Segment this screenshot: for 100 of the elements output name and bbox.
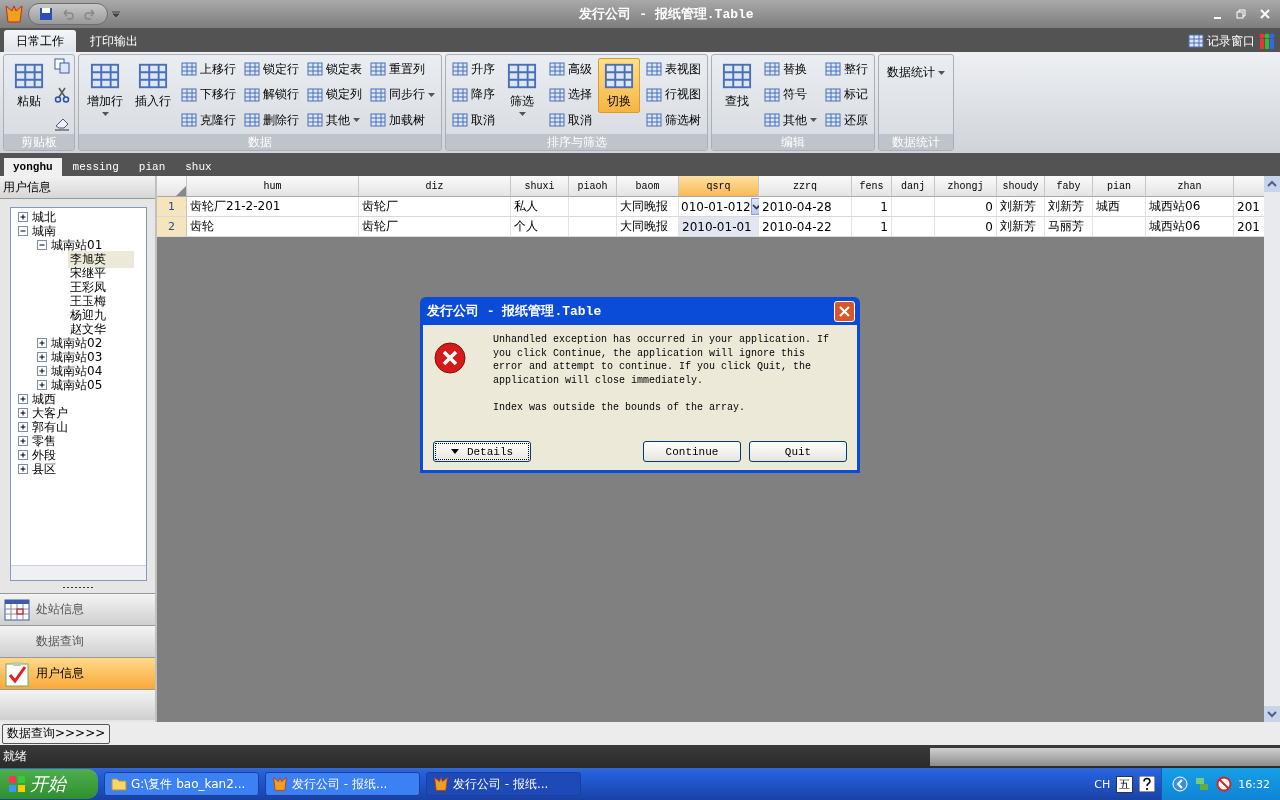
ribbon-button[interactable]: 解锁行 [242, 83, 301, 106]
expand-icon[interactable] [18, 464, 28, 474]
document-tab[interactable]: messing [63, 158, 128, 176]
record-window-link[interactable]: 记录窗口 [1207, 32, 1255, 50]
language-indicator[interactable]: CH [1094, 777, 1111, 791]
column-header[interactable]: faby [1045, 176, 1093, 197]
ribbon-button[interactable]: 表视图 [644, 58, 703, 80]
column-header[interactable]: baom [617, 176, 679, 197]
dialog-button[interactable]: Continue [643, 441, 741, 462]
collapse-icon[interactable] [37, 240, 47, 250]
ribbon-button[interactable]: 删除行 [242, 109, 301, 131]
nav-button[interactable]: 用户信息 [0, 657, 155, 689]
expand-icon[interactable] [18, 212, 28, 222]
column-header[interactable]: shuxi [511, 176, 569, 197]
column-header[interactable]: piaoh [569, 176, 617, 197]
ribbon-button[interactable]: 其他 [762, 109, 819, 131]
ribbon-button[interactable]: 查找 [716, 58, 758, 113]
date-dropdown-field[interactable]: 010-01-012 [679, 197, 759, 217]
column-header[interactable]: pian [1093, 176, 1146, 197]
ribbon-button[interactable]: 其他 [305, 109, 364, 131]
ribbon-button[interactable]: 同步行 [368, 83, 437, 106]
ribbon-button[interactable]: 下移行 [179, 83, 238, 106]
column-header[interactable]: diz [359, 176, 511, 197]
expand-icon[interactable] [37, 338, 47, 348]
ribbon-button[interactable]: 还原 [823, 109, 870, 131]
expand-icon[interactable] [37, 352, 47, 362]
taskbar-button[interactable]: G:\复件 bao_kan2... [104, 772, 259, 796]
ribbon-button[interactable]: 锁定列 [305, 83, 364, 106]
ribbon-button[interactable]: 克隆行 [179, 109, 238, 131]
close-button[interactable] [834, 300, 855, 322]
column-header[interactable]: qsrq [679, 176, 759, 197]
taskbar-button[interactable]: 发行公司 - 报纸... [426, 772, 581, 796]
expand-icon[interactable] [18, 450, 28, 460]
column-header[interactable]: zhongj [935, 176, 997, 197]
ribbon-button[interactable]: 筛选 [501, 58, 543, 119]
expand-icon[interactable] [18, 422, 28, 432]
vertical-scrollbar[interactable] [1264, 176, 1280, 722]
people-icon[interactable] [1258, 32, 1276, 50]
column-header[interactable]: hum [187, 176, 359, 197]
column-header[interactable] [1234, 176, 1264, 197]
ribbon-tab[interactable]: 打印输出 [78, 30, 150, 52]
column-header[interactable]: zhan [1146, 176, 1234, 197]
collapse-icon[interactable] [18, 226, 28, 236]
ribbon-button[interactable]: 整行 [823, 58, 870, 80]
scissors-icon[interactable] [54, 86, 70, 103]
ribbon-button[interactable]: 锁定表 [305, 58, 364, 80]
ribbon-tab[interactable]: 日常工作 [4, 30, 76, 52]
nav-button[interactable] [0, 689, 155, 720]
column-header[interactable]: danj [892, 176, 935, 197]
splitter-grip-icon[interactable] [62, 585, 93, 589]
nav-button[interactable]: 处站信息 [0, 593, 155, 625]
taskbar-button[interactable]: 发行公司 - 报纸... [265, 772, 420, 796]
ribbon-button[interactable]: 筛选树 [644, 109, 703, 131]
ribbon-button[interactable]: 升序 [450, 58, 497, 80]
ribbon-button[interactable]: 标记 [823, 83, 870, 106]
nav-button[interactable]: 数据查询 [0, 625, 155, 657]
copy-icon[interactable] [54, 58, 70, 74]
save-icon[interactable] [39, 7, 53, 21]
expand-icon[interactable] [37, 366, 47, 376]
column-header[interactable]: fens [852, 176, 892, 197]
horizontal-scrollbar[interactable] [11, 565, 146, 580]
grid-corner[interactable] [157, 176, 187, 197]
ribbon-menu-button[interactable]: 数据统计 [883, 58, 949, 87]
ribbon-button[interactable]: 选择 [547, 83, 594, 106]
expand-icon[interactable] [18, 436, 28, 446]
close-icon[interactable] [1260, 9, 1270, 19]
ribbon-button[interactable]: 切换 [598, 58, 640, 113]
ribbon-button[interactable]: 取消 [547, 109, 594, 131]
ribbon-button[interactable]: 行视图 [644, 83, 703, 106]
ribbon-button[interactable]: 锁定行 [242, 58, 301, 80]
ribbon-button[interactable]: 加载树 [368, 109, 437, 131]
dropdown-icon[interactable] [112, 10, 120, 18]
document-tab[interactable]: pian [129, 158, 175, 176]
query-button[interactable]: 数据查询>>>>> [2, 723, 111, 744]
ribbon-button[interactable]: 插入行 [131, 58, 175, 113]
ribbon-button[interactable]: 增加行 [83, 58, 127, 119]
ribbon-button[interactable]: 取消 [450, 109, 497, 131]
tree-item[interactable]: 李旭英 [68, 250, 134, 268]
scroll-down-icon[interactable] [1264, 706, 1280, 722]
ribbon-button[interactable]: 上移行 [179, 58, 238, 80]
expand-icon[interactable] [18, 408, 28, 418]
dialog-button[interactable]: Quit [749, 441, 847, 462]
help-icon[interactable] [1139, 776, 1156, 792]
restore-icon[interactable] [1236, 9, 1246, 19]
ribbon-button[interactable]: 粘贴 [8, 58, 50, 113]
ribbon-button[interactable]: 替换 [762, 58, 819, 80]
document-tab[interactable]: shux [176, 158, 221, 176]
ribbon-button[interactable]: 符号 [762, 83, 819, 106]
ime-indicator[interactable]: 五 [1116, 775, 1134, 793]
chevron-left-icon[interactable] [1172, 776, 1189, 792]
ribbon-button[interactable]: 重置列 [368, 58, 437, 80]
scroll-up-icon[interactable] [1264, 176, 1280, 192]
expand-icon[interactable] [37, 380, 47, 390]
ribbon-button[interactable]: 高级 [547, 58, 594, 80]
document-tab[interactable]: yonghu [4, 158, 62, 176]
ribbon-button[interactable]: 降序 [450, 83, 497, 106]
column-header[interactable]: shoudy [997, 176, 1045, 197]
details-button[interactable]: Details [433, 441, 531, 462]
expand-icon[interactable] [18, 394, 28, 404]
column-header[interactable]: zzrq [759, 176, 852, 197]
